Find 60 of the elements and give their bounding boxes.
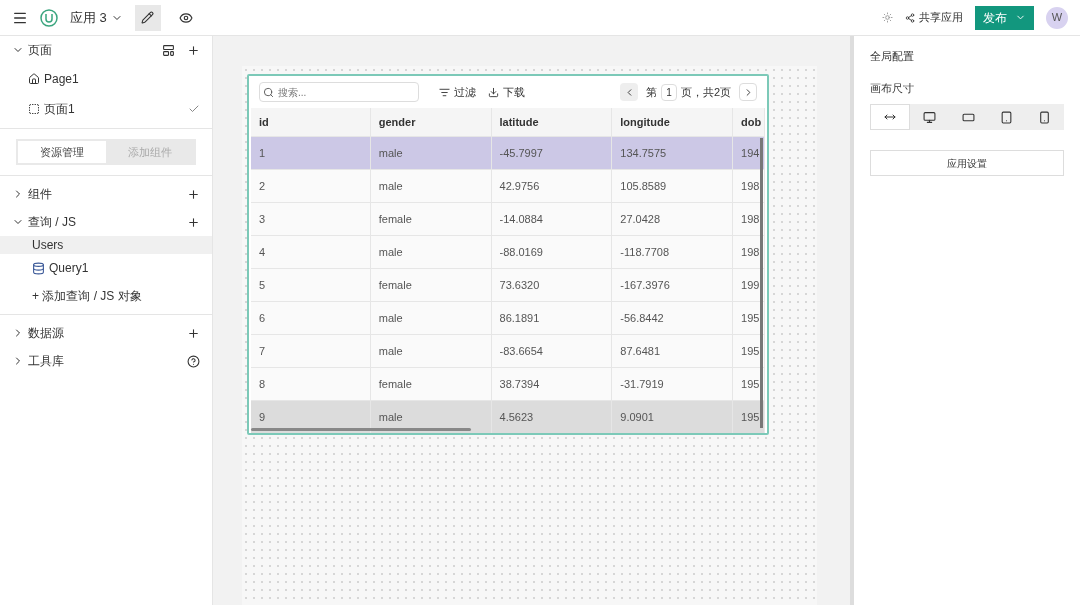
table-widget[interactable] [247,74,769,435]
section-header[interactable]: 组件 [0,180,212,208]
pager-label: 第 [646,84,658,100]
page-number-field[interactable]: 1 [661,83,677,101]
publish-button[interactable]: 发布 [975,5,1034,30]
tablet-icon [999,110,1013,124]
user-avatar[interactable]: W [1046,6,1068,29]
field-label: 画布尺寸 [870,81,915,96]
eye-icon [178,10,193,25]
page-item[interactable]: 页面1 [0,94,212,124]
section-header[interactable]: 工具库 [0,347,212,375]
page-item[interactable]: Page1 [0,64,212,94]
table-row[interactable]: 5 female 73.6320 -167.3976 199 [251,268,765,301]
page-icon [28,103,40,115]
page-label: Page1 [44,71,80,88]
table-row[interactable]: 4 male -88.0169 -118.7708 198 [251,235,765,268]
phone-icon [1038,110,1052,124]
table-row[interactable]: 9 male 4.5623 9.0901 195 [251,400,765,433]
table-row[interactable]: 2 male 42.9756 105.8589 198 [251,169,765,202]
table-row[interactable]: 7 male -83.6654 87.6481 195 [251,334,765,367]
table-row[interactable]: 3 female -14.0884 27.0428 198 [251,202,765,235]
edit-mode-button[interactable] [134,4,161,31]
theme-icon[interactable] [882,12,893,23]
sidebar-tab[interactable]: 资源管理 [18,141,106,163]
query-icon [32,261,45,275]
app-name-dropdown[interactable]: 应用 3 [70,7,123,28]
group-label: Users [0,236,212,254]
section-header[interactable]: 查询 / JS [0,208,212,236]
layout-icon[interactable] [162,43,175,57]
section-header[interactable]: 数据源 [0,319,212,347]
search-icon [263,87,274,98]
help-icon [187,354,200,368]
add-icon [187,215,200,229]
add-icon [187,326,200,340]
table-row[interactable]: 6 male 86.1891 -56.8442 195 [251,301,765,334]
pager-label: 页，共2页 [680,84,731,100]
section-title: 页面 [28,42,52,59]
add-icon [187,187,200,201]
home-icon [28,73,40,85]
download-icon [488,86,499,98]
filter-icon [439,86,450,98]
app-settings-button[interactable]: 应用设置 [870,150,1064,176]
canvas-size-option[interactable] [870,104,911,130]
monitor-icon [923,110,937,124]
share-app-button[interactable]: 共享应用 [905,9,963,26]
query-item[interactable]: Query1 [0,254,212,282]
panel-title: 全局配置 [870,49,915,64]
table-cell: 4.5623 [491,401,613,433]
add-icon[interactable] [187,43,200,57]
table-row[interactable]: 1 male -45.7997 134.7575 194 [251,136,765,169]
filter-button[interactable]: 过滤 [439,83,476,101]
table-row[interactable]: 8 female 38.7394 -31.7919 195 [251,367,765,400]
search-field[interactable]: 搜索... [259,82,419,102]
page-label: 页面1 [44,101,76,118]
table-cell: 9.0901 [612,401,734,433]
pencil-icon [141,11,155,24]
download-button[interactable]: 下载 [488,83,525,101]
add-query-link[interactable]: + 添加查询 / JS 对象 [0,282,142,310]
logo-icon [40,8,58,27]
share-icon [905,12,915,23]
